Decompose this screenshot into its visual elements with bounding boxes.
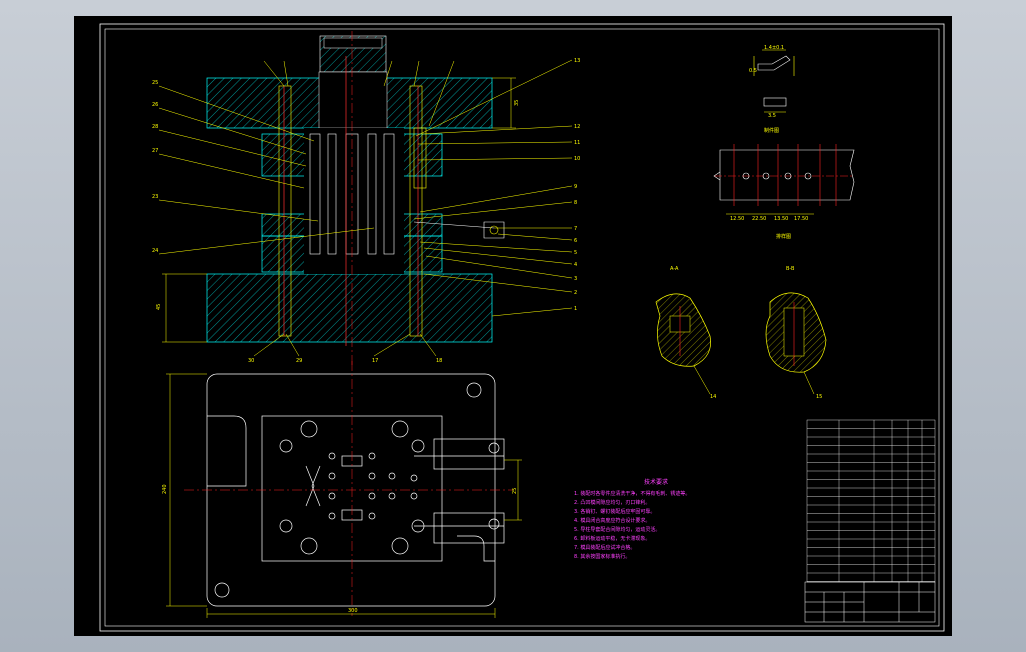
label-1: 1 [574,306,577,312]
detail-a-caption: A-A [670,266,679,272]
strip-caption: 排样图 [776,233,791,240]
drawing-canvas: 25 26 28 27 23 24 13 12 11 10 9 8 7 6 5 … [99,23,945,632]
note-line-1: 1. 装配时各零件应清洗干净，不得有毛刺、锈迹等。 [574,490,690,497]
notes-title: 技术要求 [644,478,668,486]
plate-notch-left [207,415,247,487]
dim-left: 45 [156,304,162,310]
label-12: 12 [574,124,580,130]
label-30: 30 [248,358,254,364]
technical-notes: 技术要求 1. 装配时各零件应清洗干净，不得有毛刺、锈迹等。 2. 凸凹模间隙应… [574,478,690,560]
shank-bore [318,71,388,129]
detail-part-dim-3: 3.5 [768,113,776,119]
label-25: 25 [152,80,158,86]
label-10: 10 [574,156,580,162]
section-view [206,31,505,366]
note-line-2: 2. 凸凹模间隙应均匀，刃口锋利。 [574,499,650,506]
strip-dim-3: 13.50 [774,216,788,222]
label-24: 24 [152,248,158,254]
dim-plan-height: 240 [162,484,168,494]
note-line-6: 6. 卸料板运动平稳，无卡滞现象。 [574,535,650,542]
strip-guide-2 [433,512,505,544]
label-8: 8 [574,200,577,206]
label-2: 2 [574,290,577,296]
detail-a-label: 14 [710,394,716,400]
parts-list-rows [807,428,935,582]
label-6: 6 [574,238,577,244]
title-block [804,581,936,623]
label-18: 18 [436,358,442,364]
detail-part-caption: 制件图 [764,127,779,134]
label-27: 27 [152,148,158,154]
detail-b-caption: B-B [786,266,795,272]
dim-right: 35 [514,100,520,106]
strip-guide [433,438,505,470]
parts-list [806,419,936,583]
label-5: 5 [574,250,577,256]
detail-b-label: 15 [816,394,822,400]
note-line-8: 8. 其余按国家标准执行。 [574,553,630,560]
note-line-7: 7. 模具装配后应试冲合格。 [574,544,635,551]
strip-dim-1: 12.50 [730,216,744,222]
detail-part-dim-2: 0.5 [749,68,757,74]
note-line-3: 3. 各销钉、螺钉装配后应牢固可靠。 [574,508,655,515]
detail-a-view [655,293,711,395]
punch-cavity [304,128,404,274]
label-29: 29 [296,358,302,364]
detail-part-view [753,49,795,113]
detail-part-dim-1: 1.4±0.1 [764,45,784,51]
label-3: 3 [574,276,577,282]
plate-notch-right [457,535,495,562]
drawing-sheet[interactable]: 25 26 28 27 23 24 13 12 11 10 9 8 7 6 5 … [74,16,952,636]
shank-top [323,37,383,49]
label-17: 17 [372,358,378,364]
label-13: 13 [574,58,580,64]
plan-dimensions [166,373,522,618]
dim-plan-right: 25 [512,488,518,494]
dim-plan-width: 300 [348,608,358,614]
cad-viewport[interactable]: 25 26 28 27 23 24 13 12 11 10 9 8 7 6 5 … [0,0,1026,652]
note-line-4: 4. 模具闭合高度应符合设计要求。 [574,517,650,524]
lower-die-plate [206,273,493,343]
label-28: 28 [152,124,158,130]
label-7: 7 [574,226,577,232]
note-line-5: 5. 导柱导套配合间隙均匀，运动灵活。 [574,526,660,533]
strip-dim-2: 22.50 [752,216,766,222]
label-26: 26 [152,102,158,108]
strip-layout-view [713,144,855,215]
strip-dim-4: 17.50 [794,216,808,222]
label-4: 4 [574,262,577,268]
detail-b-view [765,292,827,395]
label-9: 9 [574,184,577,190]
label-23: 23 [152,194,158,200]
label-11: 11 [574,140,580,146]
